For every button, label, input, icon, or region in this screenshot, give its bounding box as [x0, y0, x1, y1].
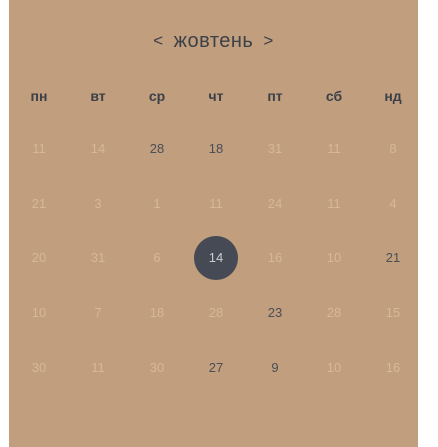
day-cell[interactable]: 11 — [76, 355, 120, 381]
day-cell[interactable]: 18 — [194, 136, 238, 162]
day-cell[interactable]: 28 — [312, 300, 356, 326]
day-cell[interactable]: 16 — [371, 355, 415, 381]
day-cell[interactable]: 11 — [194, 191, 238, 217]
day-cell[interactable]: 27 — [194, 355, 238, 381]
day-cell[interactable]: 4 — [371, 191, 415, 217]
day-cell[interactable]: 30 — [135, 355, 179, 381]
day-cell[interactable]: 21 — [371, 245, 415, 271]
day-cell[interactable]: 20 — [17, 245, 61, 271]
day-cell[interactable]: 15 — [371, 300, 415, 326]
day-cell[interactable]: 11 — [312, 191, 356, 217]
day-cell[interactable]: 11 — [312, 136, 356, 162]
day-cell[interactable]: 28 — [194, 300, 238, 326]
day-cell[interactable]: 9 — [253, 355, 297, 381]
day-cell[interactable]: 8 — [371, 136, 415, 162]
day-cell[interactable]: 3 — [76, 191, 120, 217]
day-cell[interactable]: 21 — [17, 191, 61, 217]
day-cell[interactable]: 23 — [253, 300, 297, 326]
day-cell[interactable]: 30 — [17, 355, 61, 381]
day-cell[interactable]: 10 — [17, 300, 61, 326]
day-cell[interactable]: 31 — [253, 136, 297, 162]
day-cell[interactable]: 7 — [76, 300, 120, 326]
day-cell[interactable]: 10 — [312, 355, 356, 381]
day-cell[interactable]: 10 — [312, 245, 356, 271]
day-cell[interactable]: 24 — [253, 191, 297, 217]
day-cell[interactable]: 11 — [17, 136, 61, 162]
day-cell[interactable]: 31 — [76, 245, 120, 271]
selected-day[interactable]: 14 — [194, 236, 238, 280]
day-cell[interactable]: 14 — [76, 136, 120, 162]
calendar-widget: < жовтень > пн вт ср чт пт сб нд 11 14 28 18 31 11 8… — [9, 0, 418, 447]
day-cell[interactable]: 16 — [253, 245, 297, 271]
day-cell[interactable]: 18 — [135, 300, 179, 326]
day-cell[interactable]: 6 — [135, 245, 179, 271]
day-grid: 11 14 28 18 31 11 8 21 3 1 11 24 11 4 20 31 6 14 16 10 21 10 7… — [9, 0, 418, 447]
day-cell[interactable]: 28 — [135, 136, 179, 162]
day-cell[interactable]: 1 — [135, 191, 179, 217]
